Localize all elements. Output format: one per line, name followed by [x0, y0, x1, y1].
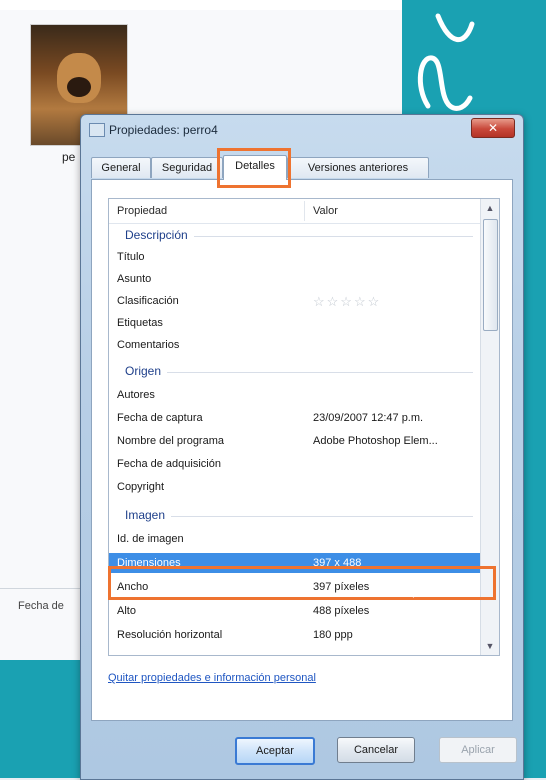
property-row[interactable]: Autores — [109, 385, 481, 405]
list-header: Propiedad Valor — [109, 199, 499, 224]
property-name: Comentarios — [117, 339, 180, 351]
scrollbar-thumb[interactable] — [483, 219, 498, 331]
property-row[interactable]: Fecha de captura 23/09/2007 12:47 p.m. — [109, 408, 481, 428]
group-line — [125, 372, 473, 373]
column-separator[interactable] — [304, 201, 305, 221]
property-row[interactable]: Asunto — [109, 269, 481, 289]
property-name: Clasificación — [117, 295, 179, 307]
scroll-down-arrow-icon[interactable]: ▼ — [481, 637, 499, 655]
property-name: Resolución horizontal — [117, 629, 223, 641]
decorative-letter-art — [417, 13, 475, 111]
tab-general[interactable]: General — [91, 157, 151, 178]
property-row[interactable]: Clasificación ☆☆☆☆☆ — [109, 291, 481, 311]
property-name: Fecha de adquisición — [117, 458, 221, 470]
property-row[interactable]: Etiquetas — [109, 313, 481, 333]
column-header-property[interactable]: Propiedad — [117, 205, 167, 217]
dialog-titlebar[interactable]: Propiedades: perro4 ✕ — [81, 115, 523, 143]
tab-highlight-box — [217, 148, 291, 188]
property-name: Nombre del programa — [117, 435, 224, 447]
property-row[interactable]: Título — [109, 247, 481, 267]
explorer-field-label: Fecha de — [18, 600, 64, 612]
group-imagen: Imagen — [109, 505, 481, 525]
property-row[interactable]: Comentarios — [109, 335, 481, 355]
cancel-button[interactable]: Cancelar — [337, 737, 415, 763]
dialog-title: Propiedades: perro4 — [109, 123, 218, 137]
property-name: Autores — [117, 389, 155, 401]
property-name: Alto — [117, 605, 136, 617]
property-value: Adobe Photoshop Elem... — [313, 435, 438, 447]
row-highlight-box — [108, 566, 496, 600]
property-row[interactable]: Resolución horizontal 180 ppp — [109, 625, 481, 645]
tab-security[interactable]: Seguridad — [151, 157, 223, 178]
dog-snout — [67, 77, 91, 97]
property-value: 23/09/2007 12:47 p.m. — [313, 412, 424, 424]
property-row[interactable]: Fecha de adquisición — [109, 454, 481, 474]
property-row[interactable]: Alto 488 píxeles — [109, 601, 481, 621]
property-value: 488 píxeles — [313, 605, 370, 617]
column-header-value[interactable]: Valor — [313, 205, 338, 217]
property-name: Título — [117, 251, 145, 263]
file-icon — [89, 123, 105, 137]
property-name: Etiquetas — [117, 317, 163, 329]
tab-previous-versions[interactable]: Versiones anteriores — [287, 157, 429, 178]
property-value: 180 ppp — [313, 629, 353, 641]
remove-properties-link[interactable]: Quitar propiedades e información persona… — [108, 672, 316, 684]
property-row[interactable]: Copyright — [109, 477, 481, 497]
scroll-up-arrow-icon[interactable]: ▲ — [481, 199, 499, 217]
rating-stars[interactable]: ☆☆☆☆☆ — [313, 294, 381, 310]
explorer-divider — [0, 588, 86, 589]
group-origen: Origen — [109, 361, 481, 381]
group-label: Descripción — [125, 228, 194, 242]
thumbnail-caption[interactable]: pe — [62, 150, 75, 164]
group-line — [125, 516, 473, 517]
property-name: Copyright — [117, 481, 165, 493]
tab-bar: General Seguridad Detalles Versiones ant… — [91, 155, 511, 180]
property-row[interactable]: Nombre del programa Adobe Photoshop Elem.… — [109, 431, 481, 451]
group-label: Origen — [125, 364, 168, 378]
property-name: Id. de imagen — [117, 533, 184, 545]
details-panel: Propiedad Valor Descripción Título Asunt… — [91, 179, 513, 721]
property-name: Asunto — [117, 273, 152, 285]
properties-dialog: Propiedades: perro4 ✕ General Seguridad … — [80, 114, 524, 780]
explorer-top-strip — [0, 0, 412, 10]
property-row[interactable]: Id. de imagen — [109, 529, 481, 549]
property-name: Fecha de captura — [117, 412, 203, 424]
apply-button[interactable]: Aplicar — [439, 737, 517, 763]
group-descripcion: Descripción — [109, 225, 481, 245]
close-button[interactable]: ✕ — [471, 118, 515, 138]
group-label: Imagen — [125, 508, 172, 522]
ok-button[interactable]: Aceptar — [235, 737, 315, 765]
